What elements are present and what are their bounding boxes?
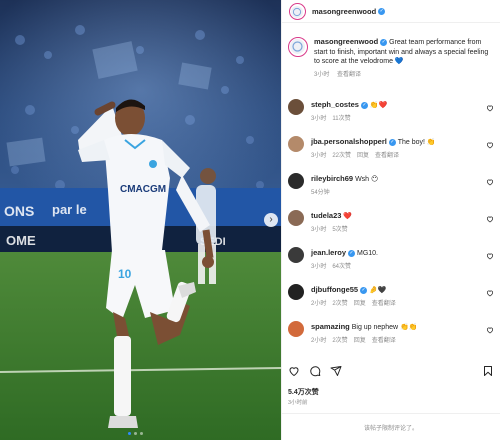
post-timestamp: 3小时前 (288, 400, 308, 406)
comment-meta: 54分钟 (311, 189, 494, 199)
commenter-avatar[interactable] (288, 247, 304, 263)
comment-time: 54分钟 (311, 189, 330, 196)
share-icon[interactable] (330, 365, 342, 377)
verified-badge-icon: ✓ (388, 138, 396, 146)
comment-text: 🤌🖤 (369, 287, 387, 294)
comment-text: MG10. (356, 250, 378, 257)
like-count[interactable]: 5.4万次赞 (288, 387, 319, 397)
verified-badge-icon: ✓ (380, 38, 388, 46)
commenter-avatar[interactable] (288, 136, 304, 152)
carousel-dot-active (128, 432, 131, 435)
commenter-username[interactable]: spamazing (311, 322, 350, 331)
caption-translate-link[interactable]: 查看翻译 (337, 72, 361, 78)
commenter-avatar[interactable] (288, 173, 304, 189)
comment-item: jba.personalshopperl ✓ The boy! 👏 3小时 22次赞回… (282, 136, 500, 167)
comment-like-count[interactable]: 11次赞 (332, 116, 350, 122)
post-photo: ONS par le OME SEDI CMAC (0, 0, 281, 440)
comment-item: djbuffonge55 ✓ 🤌🖤 2小时 2次赞 回复 查看翻译 (282, 284, 500, 315)
comment-meta: 3小时 22次赞 回复 查看翻译 (311, 152, 494, 162)
comments-list: masongreenwood ✓ Great team performance f… (282, 31, 500, 359)
commenter-username[interactable]: jba.personalshopperl (311, 137, 387, 146)
comment-reply-link[interactable]: 回复 (354, 338, 366, 344)
comment-meta: 2小时 2次赞 回复 查看翻译 (311, 300, 494, 310)
comment-item: spamazing Big up nephew 👏👏 2小时 2次赞 回复 查看翻译 (282, 321, 500, 352)
comment-meta: 2小时 2次赞 回复 查看翻译 (311, 337, 494, 347)
comment-meta: 3小时 11次赞 (311, 115, 494, 125)
post-caption: masongreenwood ✓ Great team performance f… (282, 31, 500, 93)
comment-text: ❤️ (343, 213, 353, 220)
verified-badge-icon: ✓ (360, 286, 368, 294)
commenter-username[interactable]: tudela23 (311, 211, 341, 220)
post-actions-bar (288, 363, 494, 379)
verified-badge-icon: ✓ (348, 249, 356, 257)
comment-time: 3小时 (311, 152, 327, 159)
comment-item: jean.leroy ✓ MG10. 3小时 64次赞 (282, 247, 500, 278)
comment-like-heart-icon[interactable] (486, 141, 494, 149)
comment-like-heart-icon[interactable] (486, 326, 494, 334)
caption-author-avatar[interactable] (288, 37, 308, 57)
svg-text:par le: par le (52, 202, 87, 217)
carousel-next-button[interactable]: › (264, 213, 278, 227)
comment-time: 3小时 (311, 226, 327, 233)
comment-like-count[interactable]: 22次赞 (332, 153, 351, 159)
comment-time: 2小时 (311, 300, 327, 307)
comment-translate-link[interactable]: 查看翻译 (375, 153, 399, 159)
comment-text: 👏❤️ (369, 102, 388, 109)
jersey-sponsor: CMACGM (120, 184, 166, 195)
comment-meta: 3小时 5次赞 (311, 226, 494, 236)
photo-artwork: ONS par le OME SEDI CMAC (0, 0, 281, 440)
caption-time: 3小时 (314, 71, 330, 78)
commenter-avatar[interactable] (288, 284, 304, 300)
commenter-username[interactable]: rileybirch69 (311, 174, 353, 183)
caption-meta: 3小时 查看翻译 (314, 71, 494, 81)
comment-translate-link[interactable]: 查看翻译 (372, 338, 396, 344)
post-side-panel: masongreenwood ✓ masongreenwood ✓ Great t… (281, 0, 500, 440)
comment-like-heart-icon[interactable] (486, 289, 494, 297)
comment-like-count[interactable]: 5次赞 (332, 227, 347, 233)
comment-text: The boy! 👏 (397, 139, 436, 146)
comment-like-heart-icon[interactable] (486, 178, 494, 186)
like-heart-icon[interactable] (288, 365, 300, 377)
commenter-username[interactable]: jean.leroy (311, 248, 346, 257)
caption-username[interactable]: masongreenwood (314, 37, 378, 46)
comment-item: rileybirch69 Wsh 😶 54分钟 (282, 173, 500, 204)
commenter-avatar[interactable] (288, 99, 304, 115)
commenter-username[interactable]: djbuffonge55 (311, 285, 358, 294)
comments-restricted-notice: 该帖子限制评论了。 (282, 413, 500, 440)
comment-like-count[interactable]: 2次赞 (332, 338, 347, 344)
comment-like-heart-icon[interactable] (486, 252, 494, 260)
svg-text:ONS: ONS (4, 203, 34, 219)
comment-icon[interactable] (309, 365, 321, 377)
commenter-avatar[interactable] (288, 321, 304, 337)
author-avatar[interactable] (289, 2, 306, 20)
comment-time: 3小时 (311, 115, 327, 122)
carousel-indicators (128, 432, 143, 435)
comment-like-heart-icon[interactable] (486, 215, 494, 223)
comment-meta: 3小时 64次赞 (311, 263, 494, 273)
post-header: masongreenwood ✓ (282, 0, 500, 23)
comment-reply-link[interactable]: 回复 (357, 153, 369, 159)
carousel-dot (134, 432, 137, 435)
commenter-avatar[interactable] (288, 210, 304, 226)
comment-text: Big up nephew 👏👏 (351, 324, 418, 331)
comment-translate-link[interactable]: 查看翻译 (372, 301, 396, 307)
comment-like-heart-icon[interactable] (486, 104, 494, 112)
svg-text:OME: OME (6, 233, 36, 248)
comment-time: 3小时 (311, 263, 327, 270)
shorts-number: 10 (118, 267, 132, 281)
verified-badge-icon: ✓ (378, 7, 386, 15)
comment-time: 2小时 (311, 337, 327, 344)
carousel-dot (140, 432, 143, 435)
comment-item: tudela23 ❤️ 3小时 5次赞 (282, 210, 500, 241)
comment-reply-link[interactable]: 回复 (354, 301, 366, 307)
verified-badge-icon: ✓ (360, 101, 368, 109)
comment-text: Wsh 😶 (355, 176, 379, 183)
comment-like-count[interactable]: 64次赞 (332, 264, 351, 270)
comment-item: steph_costes ✓ 👏❤️ 3小时 11次赞 (282, 99, 500, 130)
commenter-username[interactable]: steph_costes (311, 100, 359, 109)
save-bookmark-icon[interactable] (482, 365, 494, 377)
comment-like-count[interactable]: 2次赞 (332, 301, 347, 307)
author-username[interactable]: masongreenwood (312, 7, 376, 16)
